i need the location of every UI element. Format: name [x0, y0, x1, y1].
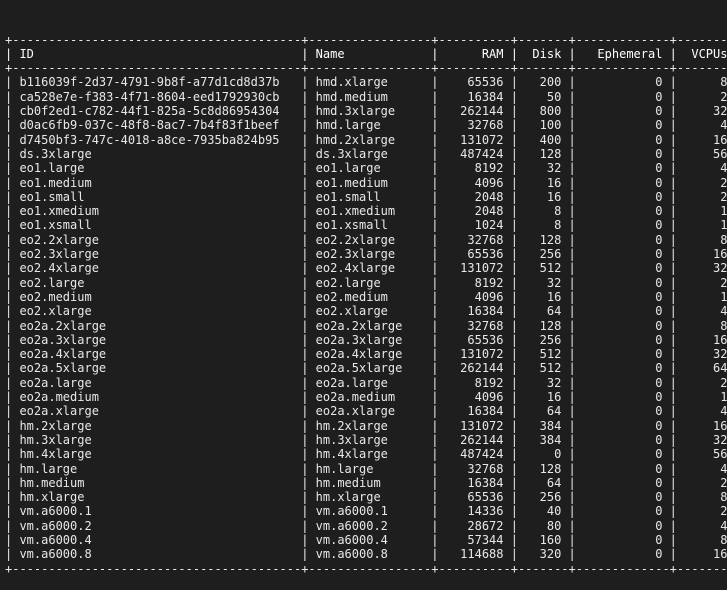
- table-row: | vm.a6000.2 | vm.a6000.2 | 28672 | 80 |…: [5, 519, 727, 533]
- table-row: | vm.a6000.1 | vm.a6000.1 | 14336 | 40 |…: [5, 504, 727, 518]
- table-row: | eo2a.5xlarge | eo2a.5xlarge | 262144 |…: [5, 361, 727, 375]
- table-bottom-border: +---------------------------------------…: [5, 562, 727, 576]
- table-row: | eo2a.xlarge | eo2a.xlarge | 16384 | 64…: [5, 404, 727, 418]
- table-row: | eo2.4xlarge | eo2.4xlarge | 131072 | 5…: [5, 261, 727, 275]
- table-row: | eo2.2xlarge | eo2.2xlarge | 32768 | 12…: [5, 233, 727, 247]
- table-row: | hm.2xlarge | hm.2xlarge | 131072 | 384…: [5, 419, 727, 433]
- table-row: | eo2a.2xlarge | eo2a.2xlarge | 32768 | …: [5, 319, 727, 333]
- table-row: | hm.xlarge | hm.xlarge | 65536 | 256 | …: [5, 490, 727, 504]
- table-row: | eo1.large | eo1.large | 8192 | 32 | 0 …: [5, 161, 727, 175]
- table-header-separator: +---------------------------------------…: [5, 61, 727, 75]
- table-row: | vm.a6000.4 | vm.a6000.4 | 57344 | 160 …: [5, 533, 727, 547]
- table-row: | eo2.medium | eo2.medium | 4096 | 16 | …: [5, 290, 727, 304]
- table-top-border: +---------------------------------------…: [5, 33, 727, 47]
- table-row: | eo2.xlarge | eo2.xlarge | 16384 | 64 |…: [5, 304, 727, 318]
- terminal-output[interactable]: +---------------------------------------…: [0, 0, 727, 530]
- table-row: | hm.medium | hm.medium | 16384 | 64 | 0…: [5, 476, 727, 490]
- table-row: | eo1.xsmall | eo1.xsmall | 1024 | 8 | 0…: [5, 218, 727, 232]
- table-row: | cb0f2ed1-c782-44f1-825a-5c8d86954304 |…: [5, 104, 727, 118]
- table-row: | d7450bf3-747c-4018-a8ce-7935ba824b95 |…: [5, 133, 727, 147]
- table-row: | hm.4xlarge | hm.4xlarge | 487424 | 0 |…: [5, 447, 727, 461]
- table-row: | d0ac6fb9-037c-48f8-8ac7-7b4f83f1beef |…: [5, 118, 727, 132]
- table-row: | eo1.xmedium | eo1.xmedium | 2048 | 8 |…: [5, 204, 727, 218]
- table-row: | hm.3xlarge | hm.3xlarge | 262144 | 384…: [5, 433, 727, 447]
- table-row: | eo1.medium | eo1.medium | 4096 | 16 | …: [5, 176, 727, 190]
- table-row: | eo2.3xlarge | eo2.3xlarge | 65536 | 25…: [5, 247, 727, 261]
- flavor-list-table: +---------------------------------------…: [5, 33, 727, 576]
- table-row: | b116039f-2d37-4791-9b8f-a77d1cd8d37b |…: [5, 75, 727, 89]
- table-row: | eo1.small | eo1.small | 2048 | 16 | 0 …: [5, 190, 727, 204]
- table-row: | eo2a.3xlarge | eo2a.3xlarge | 65536 | …: [5, 333, 727, 347]
- table-row: | eo2a.large | eo2a.large | 8192 | 32 | …: [5, 376, 727, 390]
- table-row: | eo2a.4xlarge | eo2a.4xlarge | 131072 |…: [5, 347, 727, 361]
- table-row: | eo2a.medium | eo2a.medium | 4096 | 16 …: [5, 390, 727, 404]
- table-row: | eo2.large | eo2.large | 8192 | 32 | 0 …: [5, 276, 727, 290]
- table-row: | vm.a6000.8 | vm.a6000.8 | 114688 | 320…: [5, 547, 727, 561]
- table-row: | hm.large | hm.large | 32768 | 128 | 0 …: [5, 462, 727, 476]
- table-header-row: | ID | Name | RAM | Disk | Ephemeral | V…: [5, 47, 727, 61]
- table-row: | ds.3xlarge | ds.3xlarge | 487424 | 128…: [5, 147, 727, 161]
- table-row: | ca528e7e-f383-4f71-8604-eed1792930cb |…: [5, 90, 727, 104]
